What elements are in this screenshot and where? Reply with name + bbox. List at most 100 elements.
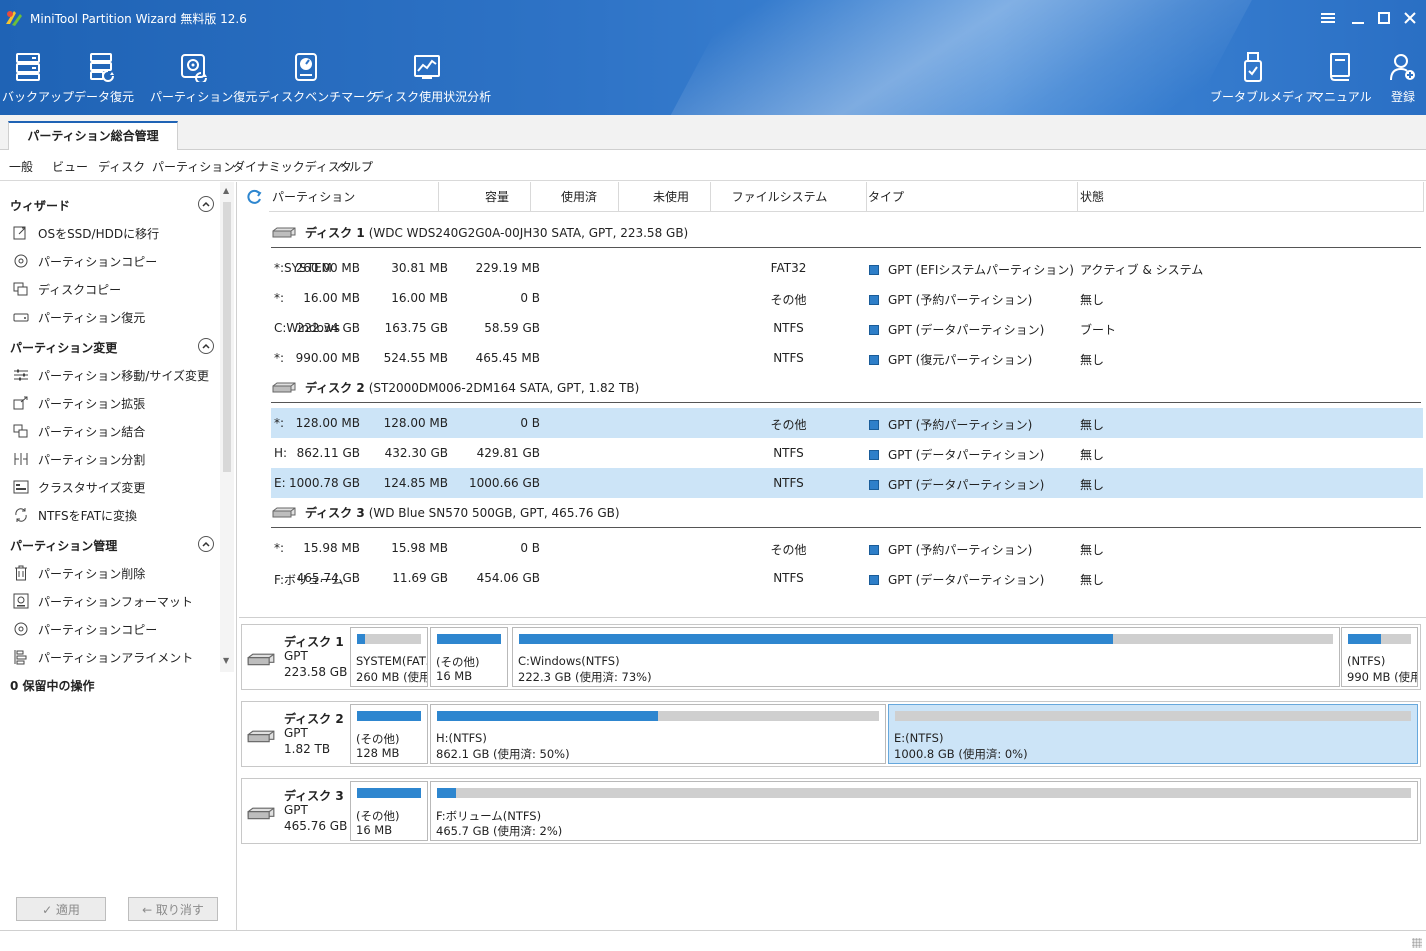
- partition-block[interactable]: (NTFS) 990 MB (使用: [1341, 627, 1418, 687]
- partition-type: GPT (予約パーティション): [869, 541, 1032, 558]
- column-header-type[interactable]: タイプ: [867, 182, 1078, 212]
- maximize-button[interactable]: [1370, 6, 1398, 30]
- sidebar-scrollbar[interactable]: ▲ ▼: [220, 182, 234, 672]
- merge-partition[interactable]: パーティション結合: [12, 421, 145, 441]
- column-header-capacity[interactable]: 容量: [439, 182, 531, 212]
- minimize-button[interactable]: [1344, 6, 1372, 30]
- partition-block[interactable]: E:(NTFS) 1000.8 GB (使用済: 0%): [888, 704, 1418, 764]
- menu-dynamic-disk[interactable]: ダイナミックディスク: [233, 158, 352, 175]
- column-header-filesystem[interactable]: ファイルシステム: [711, 182, 867, 212]
- menu-help[interactable]: ヘルプ: [337, 158, 373, 175]
- space-analyzer-button[interactable]: ディスク使用状況分析: [372, 50, 491, 105]
- delete-partition[interactable]: パーティション削除: [12, 563, 145, 583]
- wizard-partition-copy[interactable]: パーティションコピー: [12, 251, 157, 271]
- column-header-status[interactable]: 状態: [1078, 182, 1424, 212]
- usage-bar: [437, 634, 501, 644]
- tab-partition-management[interactable]: パーティション総合管理: [8, 121, 178, 151]
- wizard-partition-recovery[interactable]: パーティション復元: [12, 307, 145, 327]
- partition-row[interactable]: H: 862.11 GB 432.30 GB 429.81 GB NTFS GPT (デー…: [271, 438, 1423, 468]
- usage-bar-fill: [357, 634, 365, 644]
- partition-block[interactable]: (その他) 16 MB: [350, 781, 428, 841]
- partition-block[interactable]: (その他) 16 MB: [430, 627, 508, 687]
- disk-map-size: 465.76 GB: [284, 819, 348, 833]
- partition-recovery-button[interactable]: パーティション復元: [150, 50, 257, 105]
- disk-map-row[interactable]: ディスク 1 GPT 223.58 GB SYSTEM(FAT3 260 MB (使用(…: [241, 624, 1421, 690]
- disk-benchmark-button[interactable]: ディスクベンチマーク: [258, 50, 377, 105]
- partition-row[interactable]: E: 1000.78 GB 124.85 MB 1000.66 GB NTFS GPT (…: [271, 468, 1423, 498]
- menu-disk[interactable]: ディスク: [98, 158, 145, 175]
- move-resize-partition[interactable]: パーティション移動/サイズ変更: [12, 365, 209, 385]
- disk-map-row[interactable]: ディスク 2 GPT 1.82 TB (その他) 128 MB H:(NTFS) 862.1…: [241, 701, 1421, 767]
- column-header-used[interactable]: 使用済: [531, 182, 619, 212]
- change-cluster-size[interactable]: クラスタサイズ変更: [12, 477, 145, 497]
- usage-bar: [357, 634, 421, 644]
- split-partition[interactable]: パーティション分割: [12, 449, 145, 469]
- collapse-manage-partition-button[interactable]: [198, 536, 214, 552]
- partition-row[interactable]: *:SYSTEM 260.00 MB 30.81 MB 229.19 MB FAT32 G…: [271, 253, 1423, 283]
- partition-block[interactable]: F:ボリューム(NTFS) 465.7 GB (使用済: 2%): [430, 781, 1418, 841]
- resize-grip-icon[interactable]: [1412, 938, 1422, 948]
- disk-benchmark-icon: [295, 53, 317, 81]
- partition-type: GPT (復元パーティション): [869, 351, 1032, 368]
- partition-block-size: 862.1 GB (使用済: 50%): [436, 747, 570, 761]
- scroll-down-icon[interactable]: ▼: [223, 656, 229, 665]
- usage-bar-fill: [357, 788, 421, 798]
- copy-partition[interactable]: パーティションコピー: [12, 619, 157, 639]
- partition-row[interactable]: F:ボリューム 465.74 GB 11.69 GB 454.06 GB NTFS GPT…: [271, 563, 1423, 593]
- apply-button[interactable]: ✓ 適用: [16, 897, 106, 921]
- format-partition[interactable]: パーティションフォーマット: [12, 591, 193, 611]
- scrollbar-thumb[interactable]: [223, 202, 231, 472]
- partition-row[interactable]: C:Windows 222.34 GB 163.75 GB 58.59 GB NTFS G…: [271, 313, 1423, 343]
- manual-button[interactable]: マニュアル: [1312, 50, 1372, 105]
- menu-icon[interactable]: [1314, 6, 1342, 30]
- partition-block[interactable]: SYSTEM(FAT3 260 MB (使用: [350, 627, 428, 687]
- column-header-partition[interactable]: パーティション: [269, 182, 439, 212]
- refresh-icon[interactable]: [245, 188, 263, 206]
- title-bar: MiniTool Partition Wizard 無料版 12.6: [0, 0, 1426, 36]
- collapse-wizard-button[interactable]: [198, 196, 214, 212]
- partition-copy-icon: [12, 621, 30, 637]
- bootable-media-button[interactable]: ブータブルメディア: [1210, 50, 1317, 105]
- disk-map-info[interactable]: ディスク 3 GPT 465.76 GB: [242, 779, 350, 843]
- partition-status: 無し: [1080, 448, 1105, 462]
- disk-map-info[interactable]: ディスク 2 GPT 1.82 TB: [242, 702, 350, 766]
- partition-row[interactable]: *: 990.00 MB 524.55 MB 465.45 MB NTFS GPT (復元…: [271, 343, 1423, 373]
- partition-type: GPT (EFIシステムパーティション): [869, 261, 1074, 278]
- partition-block[interactable]: H:(NTFS) 862.1 GB (使用済: 50%): [430, 704, 886, 764]
- wizard-disk-copy[interactable]: ディスクコピー: [12, 279, 121, 299]
- window-title: MiniTool Partition Wizard 無料版 12.6: [30, 12, 247, 26]
- disk-map-row[interactable]: ディスク 3 GPT 465.76 GB (その他) 16 MB F:ボリューム(NTFS…: [241, 778, 1421, 844]
- align-partition[interactable]: パーティションアライメント: [12, 647, 193, 667]
- partition-row[interactable]: *: 15.98 MB 15.98 MB 0 B その他 GPT (予約パーティション) 無…: [271, 533, 1423, 563]
- convert-ntfs-to-fat[interactable]: NTFSをFATに変換: [12, 505, 137, 525]
- partition-row[interactable]: *: 128.00 MB 128.00 MB 0 B その他 GPT (予約パーティション…: [271, 408, 1423, 438]
- usage-bar-fill: [437, 788, 457, 798]
- menu-view[interactable]: ビュー: [52, 158, 88, 175]
- disk-icon: [271, 227, 297, 239]
- disk-header-row[interactable]: ディスク 2 (ST2000DM006-2DM164 SATA, GPT, 1.8…: [271, 373, 1421, 403]
- data-recovery-icon: [90, 53, 114, 82]
- collapse-change-partition-button[interactable]: [198, 338, 214, 354]
- partition-block-label: F:ボリューム(NTFS): [436, 809, 542, 823]
- disk-icon: [245, 653, 277, 667]
- scroll-up-icon[interactable]: ▲: [223, 186, 229, 195]
- partition-capacity: 990.00 MB: [295, 351, 360, 365]
- partition-block[interactable]: (その他) 128 MB: [350, 704, 428, 764]
- undo-button[interactable]: ← 取り消す: [128, 897, 218, 921]
- data-recovery-button[interactable]: データ復元: [74, 50, 134, 105]
- menu-partition[interactable]: パーティション: [152, 158, 235, 175]
- register-button[interactable]: 登録: [1384, 50, 1422, 105]
- menu-general[interactable]: 一般: [9, 158, 33, 175]
- disk-map-info[interactable]: ディスク 1 GPT 223.58 GB: [242, 625, 350, 689]
- partition-row[interactable]: *: 16.00 MB 16.00 MB 0 B その他 GPT (予約パーティション) 無…: [271, 283, 1423, 313]
- partition-unused: 454.06 GB: [476, 571, 540, 585]
- wizard-migrate-os[interactable]: OSをSSD/HDDに移行: [12, 223, 159, 243]
- disk-map: ディスク 1 GPT 223.58 GB SYSTEM(FAT3 260 MB (使用(…: [239, 619, 1426, 930]
- disk-header-row[interactable]: ディスク 3 (WD Blue SN570 500GB, GPT, 465.76 …: [271, 498, 1421, 528]
- close-button[interactable]: [1396, 6, 1424, 30]
- disk-header-row[interactable]: ディスク 1 (WDC WDS240G2G0A-00JH30 SATA, GPT,…: [271, 218, 1421, 248]
- column-header-unused[interactable]: 未使用: [619, 182, 711, 212]
- backup-button[interactable]: バックアップ: [2, 50, 74, 105]
- extend-partition[interactable]: パーティション拡張: [12, 393, 145, 413]
- partition-block[interactable]: C:Windows(NTFS) 222.3 GB (使用済: 73%): [512, 627, 1340, 687]
